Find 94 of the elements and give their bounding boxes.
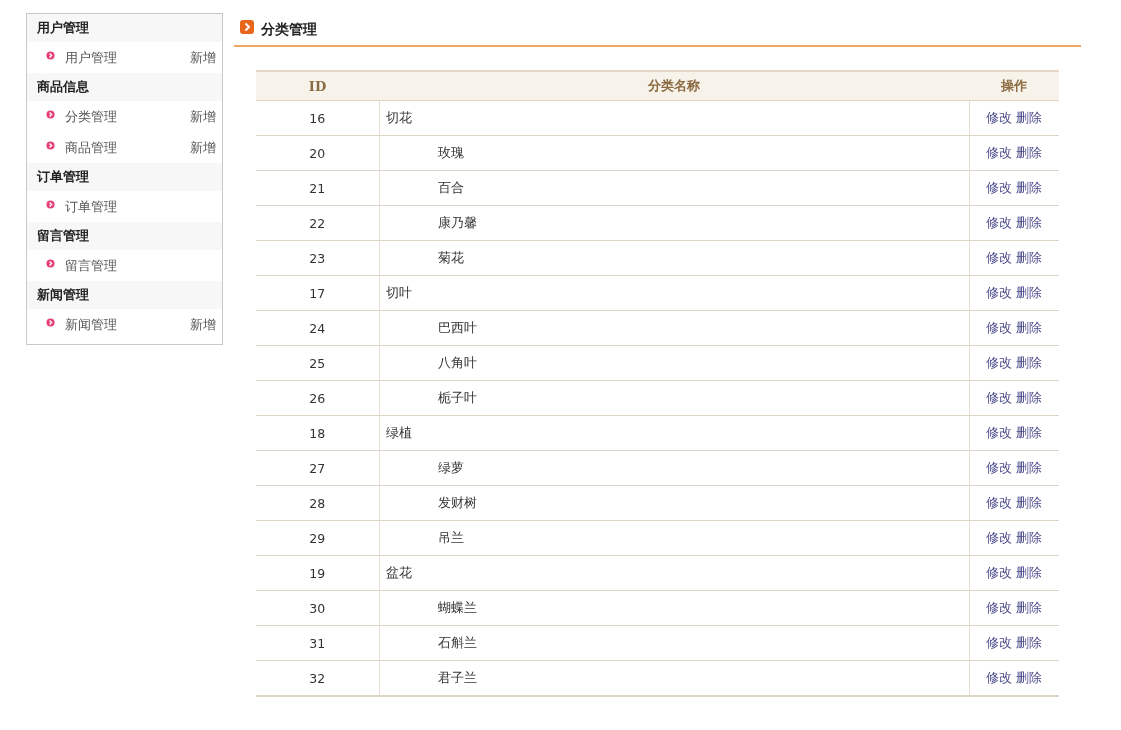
edit-link[interactable]: 修改 [986,529,1013,545]
delete-link[interactable]: 删除 [1016,599,1043,615]
delete-link[interactable]: 删除 [1016,634,1043,650]
table-cell: 菊花 [379,240,969,276]
sidebar-group-title: 留言管理 [27,222,222,250]
table-cell: 百合 [379,170,969,206]
edit-link[interactable]: 修改 [986,354,1013,370]
table-cell: 22 [256,205,379,241]
sidebar-group-title: 新闻管理 [27,281,222,309]
delete-link[interactable]: 删除 [1016,564,1043,580]
table-cell: 绿萝 [379,450,969,486]
table-cell: 17 [256,275,379,311]
sidebar-group-title: 订单管理 [27,163,222,191]
edit-link[interactable]: 修改 [986,319,1013,335]
table-cell: 切叶 [379,275,969,311]
table-cell: 康乃馨 [379,205,969,241]
edit-link[interactable]: 修改 [986,424,1013,440]
table-cell: 绿植 [379,415,969,451]
sidebar-item[interactable]: 用户管理 [65,48,190,67]
chevron-bullet-icon [46,200,55,209]
table-cell: 栀子叶 [379,380,969,416]
chevron-bullet-icon [46,51,55,60]
table-cell: 29 [256,520,379,556]
sidebar-group-title: 商品信息 [27,73,222,101]
table-cell: 切花 [379,100,969,136]
delete-link[interactable]: 删除 [1016,529,1043,545]
delete-link[interactable]: 删除 [1016,214,1043,230]
table-cell: 巴西叶 [379,310,969,346]
table-cell: 16 [256,100,379,136]
table-cell: 玫瑰 [379,135,969,171]
delete-link[interactable]: 删除 [1016,424,1043,440]
table-cell: 21 [256,170,379,206]
edit-link[interactable]: 修改 [986,634,1013,650]
column-header: ID [256,71,379,101]
delete-link[interactable]: 删除 [1016,109,1043,125]
table-cell: 吊兰 [379,520,969,556]
table-cell: 28 [256,485,379,521]
delete-link[interactable]: 删除 [1016,494,1043,510]
edit-link[interactable]: 修改 [986,459,1013,475]
table-cell: 八角叶 [379,345,969,381]
edit-link[interactable]: 修改 [986,179,1013,195]
chevron-bullet-icon [46,318,55,327]
edit-link[interactable]: 修改 [986,109,1013,125]
table-cell: 24 [256,310,379,346]
table-cell: 20 [256,135,379,171]
table-cell: 23 [256,240,379,276]
column-header: 分类名称 [379,71,969,101]
edit-link[interactable]: 修改 [986,144,1013,160]
edit-link[interactable]: 修改 [986,249,1013,265]
delete-link[interactable]: 删除 [1016,249,1043,265]
delete-link[interactable]: 删除 [1016,389,1043,405]
delete-link[interactable]: 删除 [1016,459,1043,475]
table-cell: 19 [256,555,379,591]
delete-link[interactable]: 删除 [1016,319,1043,335]
table-cell: 27 [256,450,379,486]
delete-link[interactable]: 删除 [1016,284,1043,300]
delete-link[interactable]: 删除 [1016,144,1043,160]
delete-link[interactable]: 删除 [1016,179,1043,195]
edit-link[interactable]: 修改 [986,494,1013,510]
table-cell: 30 [256,590,379,626]
table-cell: 26 [256,380,379,416]
edit-link[interactable]: 修改 [986,214,1013,230]
table-cell: 32 [256,660,379,696]
add-link[interactable]: 新增 [190,107,216,126]
chevron-bullet-icon [46,259,55,268]
edit-link[interactable]: 修改 [986,284,1013,300]
table-cell: 发财树 [379,485,969,521]
table-cell: 君子兰 [379,660,969,696]
edit-link[interactable]: 修改 [986,389,1013,405]
delete-link[interactable]: 删除 [1016,669,1043,685]
table-cell: 31 [256,625,379,661]
table-cell: 石斛兰 [379,625,969,661]
delete-link[interactable]: 删除 [1016,354,1043,370]
table-cell: 25 [256,345,379,381]
chevron-bullet-icon [46,141,55,150]
sidebar-item[interactable]: 新闻管理 [65,315,190,334]
sidebar-item[interactable]: 订单管理 [65,197,216,216]
table-cell: 18 [256,415,379,451]
edit-link[interactable]: 修改 [986,599,1013,615]
table-cell: 蝴蝶兰 [379,590,969,626]
sidebar-item[interactable]: 留言管理 [65,256,216,275]
edit-link[interactable]: 修改 [986,669,1013,685]
edit-link[interactable]: 修改 [986,564,1013,580]
add-link[interactable]: 新增 [190,138,216,157]
chevron-bullet-icon [46,110,55,119]
sidebar-item[interactable]: 商品管理 [65,138,190,157]
chevron-square-icon [240,20,254,34]
sidebar-item[interactable]: 分类管理 [65,107,190,126]
column-header: 操作 [969,71,1059,101]
table-cell: 盆花 [379,555,969,591]
page-title: 分类管理 [261,20,317,39]
sidebar-group-title: 用户管理 [27,14,222,42]
add-link[interactable]: 新增 [190,315,216,334]
add-link[interactable]: 新增 [190,48,216,67]
